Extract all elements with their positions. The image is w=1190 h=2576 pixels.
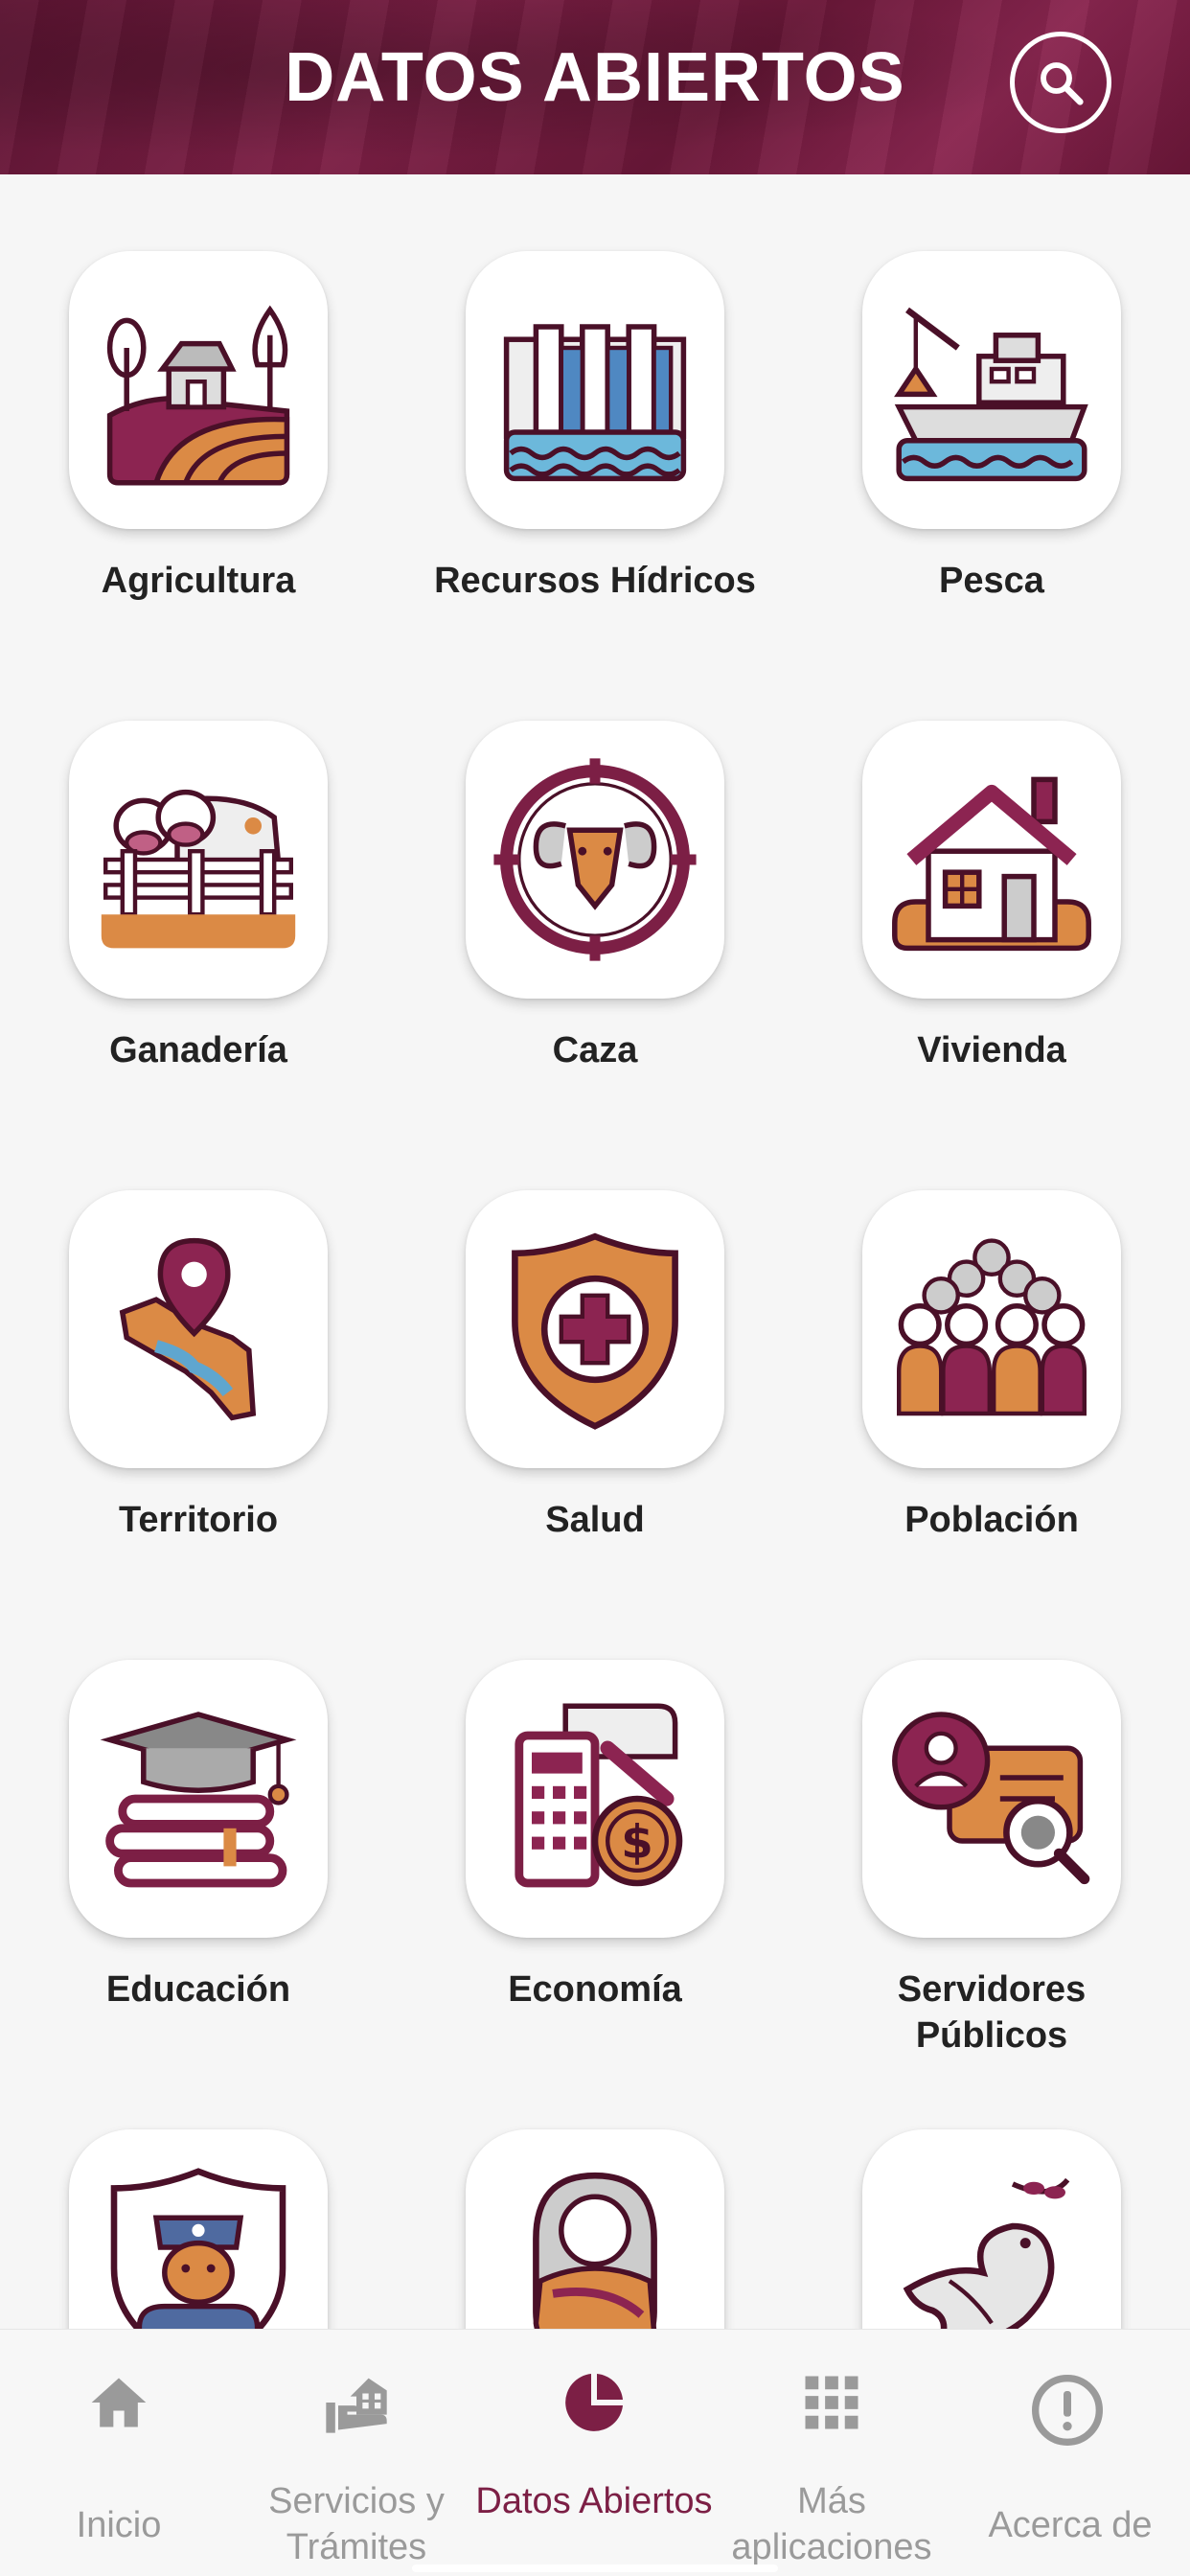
nav-label: Acerca de: [988, 2505, 1153, 2545]
ram-target-icon: [493, 758, 697, 961]
home-icon: [80, 2364, 157, 2441]
category-card[interactable]: [466, 1190, 724, 1468]
nav-item-datos-abiertos[interactable]: Datos Abiertos: [475, 2330, 713, 2576]
grid-icon: [793, 2364, 870, 2441]
svg-text:$: $: [621, 1816, 653, 1870]
category-servidores-publicos[interactable]: Servidores Públicos: [793, 1583, 1190, 2056]
category-educacion[interactable]: Educación: [0, 1583, 397, 2053]
crowd-icon: [897, 1238, 1087, 1416]
category-nacimientos[interactable]: [397, 2053, 793, 2329]
category-label: Recursos Hídricos: [434, 561, 756, 601]
police-shield-icon: [110, 2168, 286, 2329]
category-caza[interactable]: Caza: [397, 644, 793, 1114]
nav-item-inicio[interactable]: Inicio: [0, 2330, 238, 2576]
category-label: Vivienda: [917, 1030, 1066, 1070]
category-grid: Agricultura Recursos Hídricos Pesca Gana…: [0, 174, 1190, 2329]
farm-icon: [106, 305, 290, 486]
category-ganaderia[interactable]: Ganadería: [0, 644, 397, 1114]
category-economia[interactable]: $ Economía: [397, 1583, 793, 2053]
nav-label: Datos Abiertos: [475, 2481, 713, 2521]
category-seguridad[interactable]: [0, 2053, 397, 2329]
category-card[interactable]: [69, 251, 328, 529]
category-label: Educación: [105, 1969, 291, 2010]
category-card[interactable]: $: [466, 1660, 724, 1938]
category-card[interactable]: [69, 1660, 328, 1938]
category-salud[interactable]: Salud: [397, 1114, 793, 1583]
graduation-books-icon: [100, 1712, 297, 1888]
category-card[interactable]: [862, 1660, 1121, 1938]
category-card[interactable]: [69, 721, 328, 999]
search-icon: [1041, 62, 1084, 105]
nav-item-mas-aplicaciones[interactable]: Más aplicaciones: [713, 2330, 950, 2576]
category-card[interactable]: [466, 251, 724, 529]
home-indicator: [412, 2564, 778, 2572]
category-label: Agricultura: [101, 561, 296, 601]
category-card[interactable]: [862, 2129, 1121, 2329]
category-pesca[interactable]: Pesca: [793, 174, 1190, 644]
search-button[interactable]: [1010, 32, 1111, 133]
pie-chart-icon: [556, 2364, 632, 2441]
baby-icon: [533, 2172, 657, 2329]
category-recursos-hidricos[interactable]: Recursos Hídricos: [397, 174, 793, 644]
category-card[interactable]: [69, 2129, 328, 2329]
category-label: Territorio: [118, 1500, 279, 1540]
category-card[interactable]: [69, 1190, 328, 1468]
peace-dove-icon: [903, 2177, 1070, 2329]
category-label: Caza: [552, 1030, 638, 1070]
category-label: Salud: [545, 1500, 645, 1540]
category-agricultura[interactable]: Agricultura: [0, 174, 397, 644]
category-label: Economía: [508, 1969, 682, 2010]
category-label: Servidores Públicos: [897, 1969, 1087, 2056]
fishing-boat-icon: [894, 307, 1088, 482]
info-exclamation-icon: [1029, 2372, 1106, 2449]
category-card[interactable]: [466, 721, 724, 999]
nav-label: Más aplicaciones: [731, 2481, 932, 2567]
app-header: DATOS ABIERTOS: [0, 0, 1190, 174]
category-label: Ganadería: [109, 1030, 287, 1070]
nav-label: Servicios y Trámites: [268, 2481, 445, 2567]
cattle-icon: [101, 789, 296, 949]
nav-label: Inicio: [76, 2505, 162, 2545]
id-card-search-icon: [892, 1712, 1090, 1885]
bottom-navigation: Inicio Servicios y Trámites Datos Abiert…: [0, 2329, 1190, 2576]
category-card[interactable]: [466, 2129, 724, 2329]
category-poblacion[interactable]: Población: [793, 1114, 1190, 1583]
nav-item-acerca-de[interactable]: Acerca de: [950, 2330, 1190, 2576]
map-pin-icon: [119, 1237, 257, 1421]
category-paz[interactable]: [793, 2053, 1190, 2329]
category-card[interactable]: [862, 721, 1121, 999]
category-card[interactable]: [862, 251, 1121, 529]
category-label: Población: [904, 1500, 1079, 1540]
dam-icon: [503, 324, 687, 482]
category-label: Pesca: [939, 561, 1044, 601]
category-territorio[interactable]: Territorio: [0, 1114, 397, 1583]
calculator-coin-icon: $: [515, 1703, 683, 1888]
nav-item-servicios[interactable]: Servicios y Trámites: [238, 2330, 475, 2576]
house-icon: [892, 776, 1091, 952]
category-card[interactable]: [862, 1190, 1121, 1468]
hand-building-icon: [318, 2364, 395, 2441]
category-vivienda[interactable]: Vivienda: [793, 644, 1190, 1114]
health-shield-icon: [512, 1232, 678, 1430]
